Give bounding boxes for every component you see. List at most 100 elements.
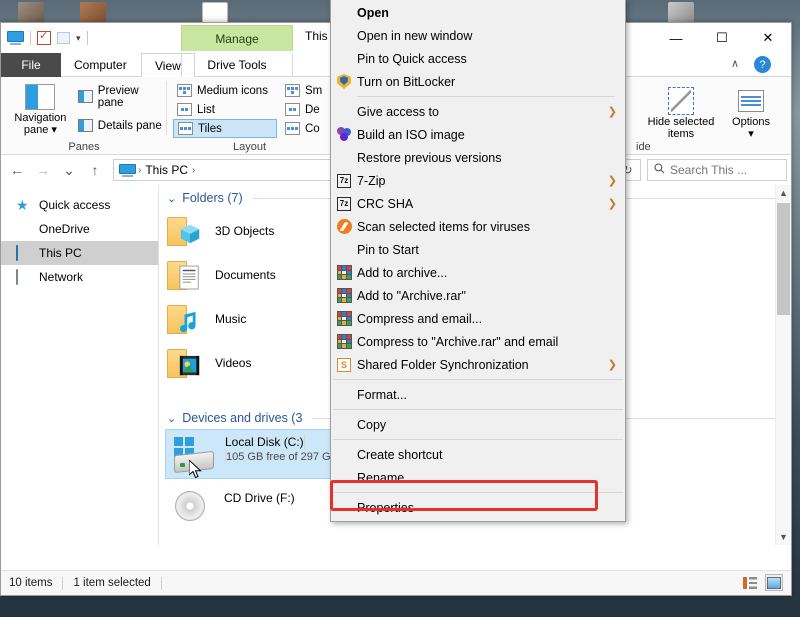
chevron-down-icon[interactable]: ⌄ bbox=[167, 412, 176, 425]
vertical-scrollbar[interactable]: ▲ ▼ bbox=[775, 185, 791, 545]
status-item-count: 10 items bbox=[9, 577, 53, 589]
close-button[interactable]: ✕ bbox=[745, 23, 791, 53]
menu-item-label: CRC SHA bbox=[357, 196, 414, 211]
sidebar-item-onedrive[interactable]: OneDrive bbox=[1, 217, 158, 241]
chevron-down-icon[interactable]: ⌄ bbox=[167, 192, 176, 205]
menu-item-label: Pin to Quick access bbox=[357, 51, 467, 66]
menu-item-open-in-new-window[interactable]: Open in new window bbox=[331, 24, 625, 47]
details-pane-button[interactable]: Details pane bbox=[74, 116, 167, 135]
layout-list[interactable]: List bbox=[173, 100, 277, 119]
menu-item-add-to-archive[interactable]: Add to archive... bbox=[331, 261, 625, 284]
navigation-pane-button[interactable]: Navigation pane ▾ bbox=[7, 77, 74, 136]
folder-3d-objects-icon bbox=[165, 214, 205, 248]
menu-item-restore-previous-versions[interactable]: Restore previous versions bbox=[331, 146, 625, 169]
up-button[interactable]: ↑ bbox=[83, 158, 107, 182]
desktop-icon-image-thumbnail[interactable] bbox=[0, 0, 62, 24]
details-view-icon bbox=[743, 576, 757, 589]
breadcrumb-this-pc[interactable]: This PC bbox=[145, 163, 188, 177]
desktop-icon-word-document[interactable]: W bbox=[184, 0, 246, 24]
winrar-icon bbox=[331, 311, 357, 326]
menu-item-7-zip[interactable]: 7z 7-Zip ❯ bbox=[331, 169, 625, 192]
tab-drive-tools[interactable]: Drive Tools bbox=[181, 53, 293, 77]
menu-item-label: Turn on BitLocker bbox=[357, 74, 456, 89]
menu-separator bbox=[333, 409, 623, 410]
menu-item-create-shortcut[interactable]: Create shortcut bbox=[331, 443, 625, 466]
options-icon bbox=[734, 86, 768, 116]
forward-button[interactable]: → bbox=[31, 158, 55, 182]
chevron-down-icon[interactable]: ▾ bbox=[76, 33, 81, 44]
menu-item-pin-to-quick-access[interactable]: Pin to Quick access bbox=[331, 47, 625, 70]
help-button[interactable]: ? bbox=[754, 56, 771, 73]
menu-item-copy[interactable]: Copy bbox=[331, 413, 625, 436]
desktop-icon-image-thumbnail-2[interactable] bbox=[650, 0, 712, 24]
sidebar-item-quick-access[interactable]: ★ Quick access bbox=[1, 193, 158, 217]
view-mode-buttons bbox=[741, 574, 783, 591]
menu-item-add-to-archive-rar[interactable]: Add to "Archive.rar" bbox=[331, 284, 625, 307]
preview-pane-button[interactable]: Preview pane bbox=[74, 85, 167, 109]
ribbon-group-panes-label: Panes bbox=[68, 141, 100, 153]
menu-item-format[interactable]: Format... bbox=[331, 383, 625, 406]
minimize-button[interactable]: — bbox=[653, 23, 699, 53]
scroll-up-arrow[interactable]: ▲ bbox=[776, 185, 791, 201]
desktop-icon-photo-thumbnail[interactable] bbox=[62, 0, 124, 24]
sidebar-item-this-pc[interactable]: This PC bbox=[1, 241, 158, 265]
ribbon-group-layout: Medium icons List Tiles Sm De Co Layout bbox=[167, 77, 332, 155]
menu-item-compress-and-email[interactable]: Compress and email... bbox=[331, 307, 625, 330]
manage-contextual-tab[interactable]: Manage bbox=[181, 25, 293, 51]
recent-locations-button[interactable]: ⌄ bbox=[57, 158, 81, 182]
qat-divider bbox=[30, 31, 31, 45]
chevron-right-icon: ❯ bbox=[607, 175, 617, 187]
up-icon: ↑ bbox=[91, 162, 99, 178]
sevenzip-icon: 7z bbox=[331, 173, 357, 188]
menu-item-crc-sha[interactable]: 7z CRC SHA ❯ bbox=[331, 192, 625, 215]
scrollbar-thumb[interactable] bbox=[777, 203, 790, 315]
details-icon bbox=[285, 103, 300, 116]
this-pc-breadcrumb-icon bbox=[119, 163, 136, 177]
context-menu[interactable]: Open Open in new window Pin to Quick acces… bbox=[330, 0, 626, 522]
search-box[interactable]: Search This ... bbox=[647, 159, 787, 181]
sidebar-item-network[interactable]: Network bbox=[1, 265, 158, 289]
chevron-up-icon: ∧ bbox=[730, 58, 739, 70]
chevron-down-icon[interactable]: ▾ bbox=[51, 124, 57, 136]
back-icon: ← bbox=[10, 162, 24, 178]
content-icon bbox=[285, 122, 300, 135]
menu-item-turn-on-bitlocker[interactable]: Turn on BitLocker bbox=[331, 70, 625, 93]
tab-view-label: View bbox=[155, 58, 181, 73]
menu-item-label: 7-Zip bbox=[357, 173, 386, 188]
iso-icon bbox=[331, 127, 357, 142]
menu-item-build-an-iso-image[interactable]: Build an ISO image bbox=[331, 123, 625, 146]
menu-item-scan-selected-items-for-viruses[interactable]: Scan selected items for viruses bbox=[331, 215, 625, 238]
collapse-ribbon-button[interactable]: ∧ bbox=[731, 57, 739, 70]
chevron-right-icon: ❯ bbox=[607, 198, 617, 210]
new-folder-quick-icon[interactable] bbox=[57, 32, 70, 44]
properties-quick-icon[interactable] bbox=[37, 29, 51, 45]
chevron-right-icon: ❯ bbox=[607, 106, 617, 118]
back-button[interactable]: ← bbox=[5, 158, 29, 182]
menu-item-label: Scan selected items for viruses bbox=[357, 219, 530, 234]
layout-list-label: List bbox=[197, 103, 215, 116]
menu-item-label: Build an ISO image bbox=[357, 127, 465, 142]
menu-item-open[interactable]: Open bbox=[331, 1, 625, 24]
layout-medium-icons[interactable]: Medium icons bbox=[173, 81, 277, 100]
chevron-down-icon[interactable]: ▾ bbox=[748, 128, 754, 140]
large-icons-view-button[interactable] bbox=[765, 574, 783, 591]
menu-item-rename[interactable]: Rename bbox=[331, 466, 625, 489]
menu-item-properties[interactable]: Properties bbox=[331, 496, 625, 519]
tab-drive-tools-label: Drive Tools bbox=[207, 58, 267, 72]
breadcrumb-separator-2[interactable]: › bbox=[192, 165, 195, 176]
tab-file[interactable]: File bbox=[1, 53, 61, 77]
hide-selected-items-button[interactable]: Hide selected items bbox=[646, 81, 716, 140]
maximize-button[interactable]: ☐ bbox=[699, 23, 745, 53]
status-divider-2 bbox=[160, 576, 162, 590]
details-view-button[interactable] bbox=[741, 574, 759, 591]
menu-item-give-access-to[interactable]: Give access to ❯ bbox=[331, 100, 625, 123]
drive-free-space: 105 GB free of 297 GB bbox=[226, 451, 338, 463]
menu-item-pin-to-start[interactable]: Pin to Start bbox=[331, 238, 625, 261]
scroll-down-arrow[interactable]: ▼ bbox=[776, 529, 791, 545]
layout-tiles[interactable]: Tiles bbox=[173, 119, 277, 138]
menu-item-shared-folder-synchronization[interactable]: S Shared Folder Synchronization ❯ bbox=[331, 353, 625, 376]
tab-computer[interactable]: Computer bbox=[61, 53, 140, 77]
menu-item-compress-to-archive-rar-and-email[interactable]: Compress to "Archive.rar" and email bbox=[331, 330, 625, 353]
options-button[interactable]: Options ▾ bbox=[722, 81, 780, 140]
folder-documents-icon bbox=[165, 258, 205, 292]
